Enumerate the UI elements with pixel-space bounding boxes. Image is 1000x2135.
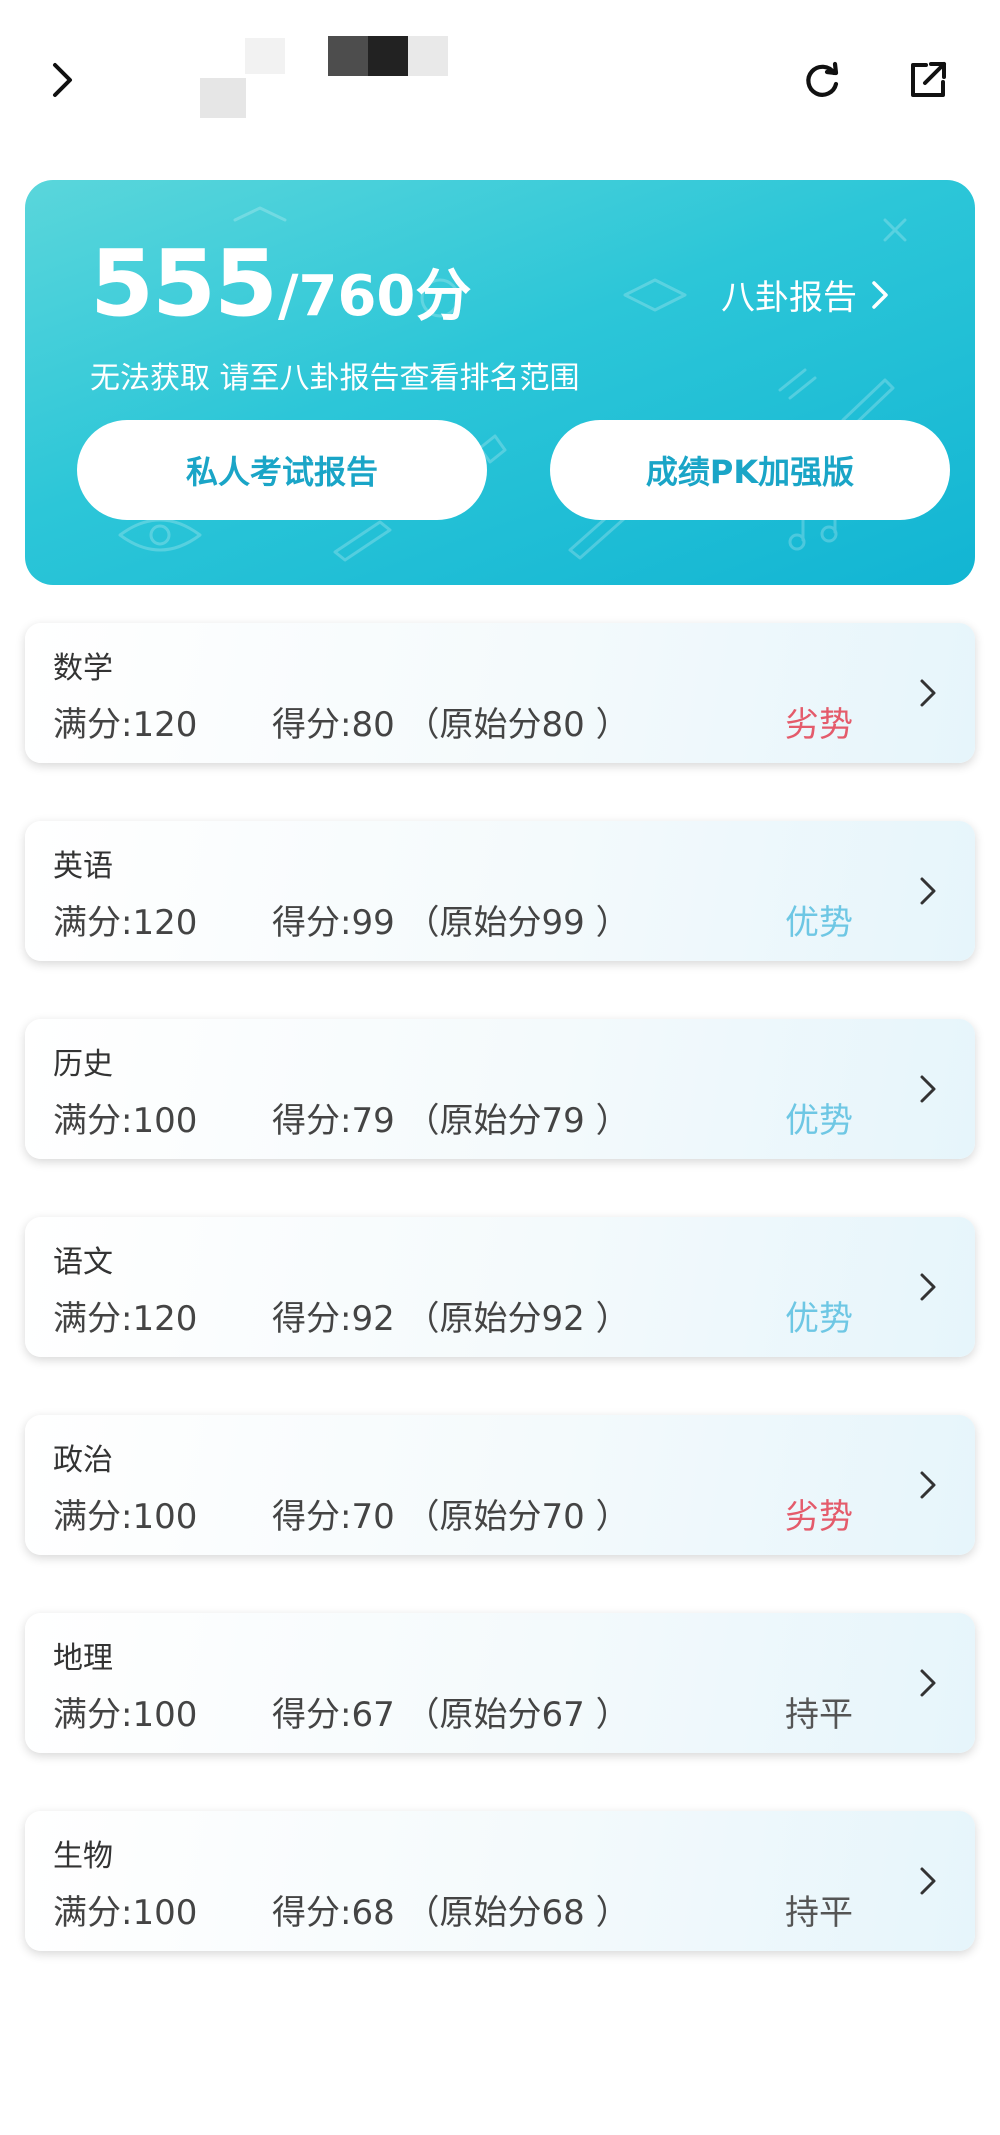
chevron-right-icon: [920, 1471, 936, 1499]
full-score: 满分:120: [53, 903, 198, 943]
score-report-page: 555 /760分 八卦报告 无法获取 请至八卦报告查看排名范围 私人考试报告 …: [0, 0, 1000, 2135]
chevron-right-icon: [920, 1273, 936, 1301]
obtained-score: 得分:92 （原始分92 ）: [272, 1299, 630, 1339]
refresh-icon: [806, 61, 839, 97]
full-score: 满分:120: [53, 705, 198, 745]
subject-name: 语文: [53, 1245, 113, 1280]
chevron-right-icon: [920, 1669, 936, 1697]
subject-card[interactable]: 历史满分:100 得分:79 （原始分79 ） 优势: [25, 1019, 975, 1159]
subject-card[interactable]: 生物满分:100 得分:68 （原始分68 ） 持平: [25, 1811, 975, 1951]
subject-card[interactable]: 数学满分:120 得分:80 （原始分80 ） 劣势: [25, 623, 975, 763]
score-total: /760分: [278, 264, 472, 329]
subject-name: 地理: [53, 1641, 113, 1676]
full-score: 满分:120: [53, 1299, 198, 1339]
chevron-right-icon: [920, 877, 936, 905]
subject-name: 数学: [53, 651, 113, 686]
total-score-banner: 555 /760分 八卦报告 无法获取 请至八卦报告查看排名范围 私人考试报告 …: [25, 180, 975, 585]
share-external-icon: [911, 62, 946, 97]
chevron-right-icon: [872, 280, 888, 309]
chevron-right-icon: [920, 1867, 936, 1895]
full-score: 满分:100: [53, 1695, 198, 1735]
full-score: 满分:100: [53, 1497, 198, 1537]
back-button[interactable]: [30, 48, 94, 112]
gossip-report-label: 八卦报告: [721, 278, 857, 318]
full-score: 满分:100: [53, 1101, 198, 1141]
status-badge: 劣势: [785, 1497, 853, 1537]
subject-name: 历史: [53, 1047, 113, 1082]
status-badge: 优势: [785, 1101, 853, 1141]
status-badge: 持平: [785, 1695, 853, 1735]
gossip-report-link[interactable]: 八卦报告: [721, 270, 897, 319]
full-score: 满分:100: [53, 1893, 198, 1933]
subject-card[interactable]: 政治满分:100 得分:70 （原始分70 ） 劣势: [25, 1415, 975, 1555]
obtained-score: 得分:80 （原始分80 ）: [272, 705, 630, 745]
refresh-button[interactable]: [790, 48, 854, 112]
obtained-score: 得分:70 （原始分70 ）: [272, 1497, 630, 1537]
obtained-score: 得分:79 （原始分79 ）: [272, 1101, 630, 1141]
subject-name: 英语: [53, 849, 113, 884]
page-title-obscured: [200, 30, 460, 120]
subject-card[interactable]: 语文满分:120 得分:92 （原始分92 ） 优势: [25, 1217, 975, 1357]
chevron-right-icon: [53, 63, 72, 97]
private-exam-report-button[interactable]: 私人考试报告: [77, 420, 487, 520]
obtained-score: 得分:68 （原始分68 ）: [272, 1893, 630, 1933]
score-value: 555: [90, 230, 278, 337]
subject-name: 生物: [53, 1839, 113, 1874]
chevron-right-icon: [920, 679, 936, 707]
obtained-score: 得分:67 （原始分67 ）: [272, 1695, 630, 1735]
status-badge: 劣势: [785, 705, 853, 745]
subject-name: 政治: [53, 1443, 113, 1478]
top-navigation-bar: [0, 0, 1000, 160]
obtained-score: 得分:99 （原始分99 ）: [272, 903, 630, 943]
status-badge: 优势: [785, 1299, 853, 1339]
total-score: 555 /760分: [90, 238, 471, 330]
subject-card[interactable]: 地理满分:100 得分:67 （原始分67 ） 持平: [25, 1613, 975, 1753]
subject-card[interactable]: 英语满分:120 得分:99 （原始分99 ） 优势: [25, 821, 975, 961]
status-badge: 优势: [785, 903, 853, 943]
status-badge: 持平: [785, 1893, 853, 1933]
score-pk-button[interactable]: 成绩PK加强版: [550, 420, 950, 520]
rank-note: 无法获取 请至八卦报告查看排名范围: [90, 361, 580, 396]
chevron-right-icon: [920, 1075, 936, 1103]
share-button[interactable]: [896, 48, 960, 112]
